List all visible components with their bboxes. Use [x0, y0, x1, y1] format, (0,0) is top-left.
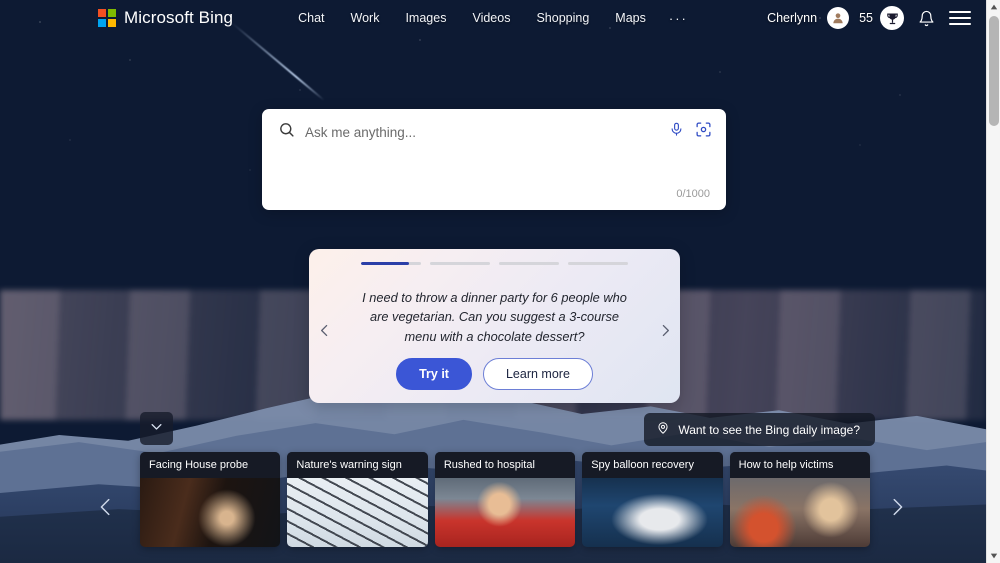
- news-card-title: Rushed to hospital: [434, 452, 576, 478]
- suggestion-body: I need to throw a dinner party for 6 peo…: [309, 275, 680, 403]
- nav-item-maps[interactable]: Maps: [602, 7, 659, 29]
- expand-feed-button[interactable]: [140, 412, 173, 445]
- chevron-down-icon: [149, 419, 164, 439]
- progress-segment-2[interactable]: [430, 262, 490, 265]
- suggestion-content: I need to throw a dinner party for 6 peo…: [339, 288, 650, 391]
- scrollbar-thumb[interactable]: [989, 16, 999, 126]
- search-action-icons: [669, 121, 712, 143]
- bing-daily-image-button[interactable]: Want to see the Bing daily image?: [644, 413, 875, 446]
- search-input-row: [262, 109, 726, 155]
- daily-image-label: Want to see the Bing daily image?: [678, 422, 860, 437]
- news-card-title: Spy balloon recovery: [582, 452, 723, 478]
- chevron-right-icon: [886, 496, 908, 523]
- news-next-button[interactable]: [880, 488, 914, 530]
- nav-item-shopping[interactable]: Shopping: [523, 7, 602, 29]
- character-counter: 0/1000: [676, 188, 710, 200]
- progress-segment-1[interactable]: [361, 262, 421, 265]
- visual-search-camera-icon[interactable]: [695, 121, 712, 143]
- search-input[interactable]: [305, 124, 659, 140]
- news-card-title: Facing House probe: [140, 452, 281, 478]
- microsoft-logo-icon: [98, 9, 116, 27]
- search-icon: [278, 121, 295, 143]
- suggestion-carousel-card: I need to throw a dinner party for 6 peo…: [309, 249, 680, 403]
- scroll-down-arrow-icon[interactable]: [987, 549, 1000, 563]
- bing-logo-link[interactable]: Microsoft Bing: [98, 8, 233, 28]
- carousel-progress-track: [361, 262, 628, 265]
- main-navigation: Chat Work Images Videos Shopping Maps ··…: [285, 7, 698, 30]
- suggestion-buttons: Try it Learn more: [396, 358, 593, 391]
- news-card-thumbnail: [140, 478, 281, 547]
- news-cards-strip: Facing House probe Nature's warning sign…: [140, 452, 871, 547]
- nav-item-videos[interactable]: Videos: [459, 7, 523, 29]
- scroll-up-arrow-icon[interactable]: [987, 0, 1000, 14]
- news-card[interactable]: How to help victims: [729, 452, 871, 547]
- news-card-title: How to help victims: [729, 452, 871, 478]
- chevron-right-icon[interactable]: [650, 322, 680, 339]
- rewards-points-count: 55: [859, 11, 873, 25]
- news-card-title: Nature's warning sign: [287, 452, 428, 478]
- news-card-thumbnail: [287, 478, 428, 547]
- chevron-left-icon[interactable]: [309, 322, 339, 339]
- search-box: 0/1000: [262, 109, 726, 210]
- progress-segment-3[interactable]: [499, 262, 559, 265]
- news-card[interactable]: Nature's warning sign: [287, 452, 428, 547]
- trophy-icon[interactable]: [880, 6, 904, 30]
- news-card-thumbnail: [434, 478, 576, 547]
- learn-more-button[interactable]: Learn more: [482, 358, 593, 391]
- top-header: Microsoft Bing Chat Work Images Videos S…: [0, 0, 986, 36]
- nav-item-work[interactable]: Work: [338, 7, 393, 29]
- hamburger-menu-icon[interactable]: [948, 6, 972, 30]
- news-card-thumbnail: [582, 478, 723, 547]
- microphone-icon[interactable]: [669, 122, 684, 142]
- header-actions: Cherlynn 55: [767, 6, 972, 30]
- news-prev-button[interactable]: [89, 488, 123, 530]
- nav-item-images[interactable]: Images: [392, 7, 459, 29]
- bell-icon[interactable]: [914, 6, 938, 30]
- page-scrollbar[interactable]: [986, 0, 1000, 563]
- person-avatar-icon[interactable]: [827, 7, 850, 29]
- chevron-left-icon: [95, 496, 117, 523]
- news-card[interactable]: Spy balloon recovery: [582, 452, 723, 547]
- user-name-label[interactable]: Cherlynn: [767, 11, 817, 25]
- nav-item-chat[interactable]: Chat: [285, 7, 337, 29]
- suggestion-prompt-text: I need to throw a dinner party for 6 peo…: [362, 289, 627, 344]
- news-card-thumbnail: [729, 478, 871, 547]
- progress-segment-4[interactable]: [568, 262, 628, 265]
- bing-homepage: Microsoft Bing Chat Work Images Videos S…: [0, 0, 1000, 563]
- location-pin-icon: [656, 421, 670, 438]
- brand-title: Microsoft Bing: [124, 8, 234, 27]
- nav-item-more[interactable]: ···: [659, 7, 698, 30]
- news-card[interactable]: Rushed to hospital: [434, 452, 576, 547]
- try-it-button[interactable]: Try it: [396, 358, 472, 391]
- news-card[interactable]: Facing House probe: [140, 452, 281, 547]
